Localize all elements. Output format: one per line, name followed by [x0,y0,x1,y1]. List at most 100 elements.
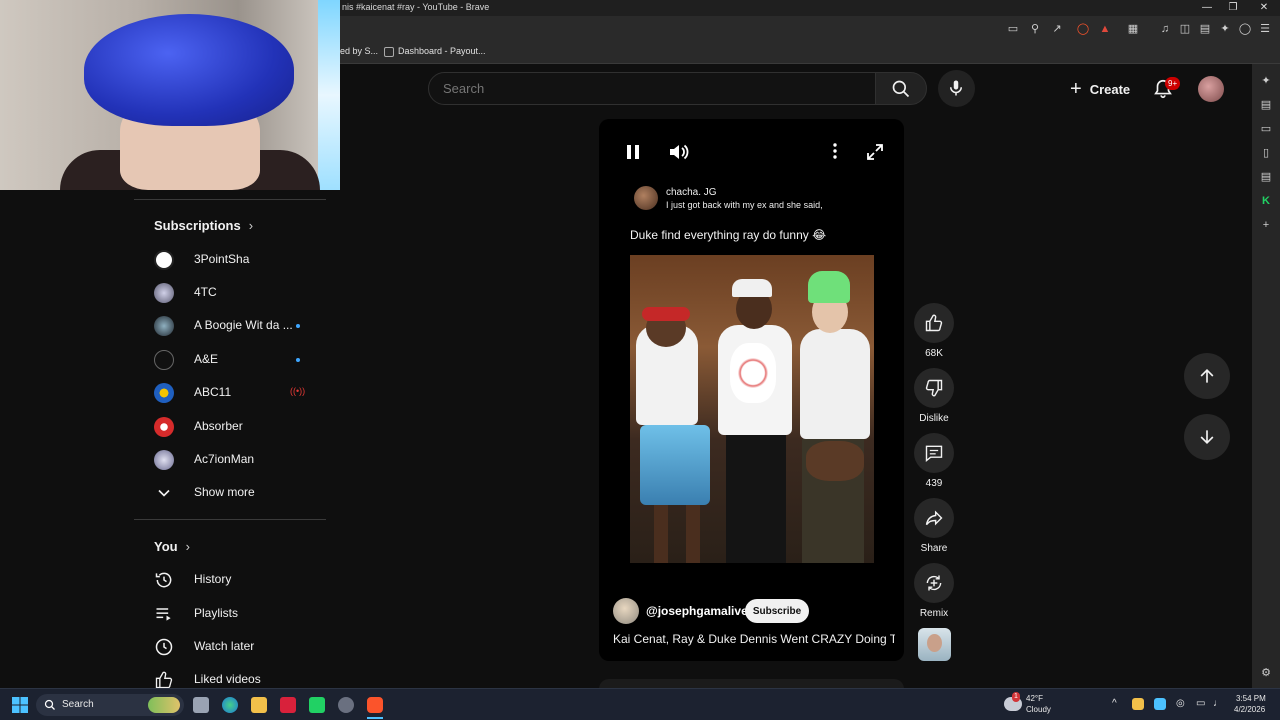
subscription-item[interactable]: Absorber [134,410,326,444]
you-heading[interactable]: You › [154,539,190,554]
overlay-text: I just got back with my ex and she said, [666,200,823,210]
next-short-button[interactable] [1184,414,1230,460]
side-settings-icon[interactable]: ⚙ [1259,666,1273,680]
bookmark-item[interactable]: Dashboard - Payout... [384,46,486,57]
previous-short-button[interactable] [1184,353,1230,399]
search-box[interactable] [428,72,876,105]
subscription-item[interactable]: Ac7ionMan [134,443,326,477]
cast-icon[interactable]: ▭ [1006,22,1020,36]
guide-item-playlists[interactable]: Playlists [134,597,326,631]
bookmark-item[interactable]: ed by S... [340,46,378,56]
network-icon[interactable]: ▭ [1196,698,1205,709]
subscription-label: ABC11 [194,385,232,399]
kick-app-icon[interactable] [309,697,325,713]
video-title[interactable]: Kai Cenat, Ray & Duke Dennis Went CRAZY … [613,632,895,646]
window-title: nis #kaicenat #ray - YouTube - Brave [342,2,490,12]
tray-app-icon[interactable] [1132,698,1144,710]
video-person-leg [686,505,700,563]
file-explorer-icon[interactable] [251,697,267,713]
windows-start-icon[interactable] [12,697,28,713]
fullscreen-icon[interactable] [866,143,884,161]
search-icon [44,699,55,710]
guide-divider [134,199,326,200]
remix-button[interactable] [914,563,954,603]
webcam-led-lights [318,0,340,190]
new-content-dot [296,324,300,328]
thumbs-down-icon [925,379,943,397]
clock-date[interactable]: 4/2/2026 [1234,705,1265,714]
brave-rewards-icon[interactable]: ▲ [1098,22,1112,36]
dislike-button[interactable] [914,368,954,408]
subscribe-button[interactable]: Subscribe [745,599,809,623]
tray-overflow-icon[interactable]: ^ [1112,698,1117,709]
leo-icon[interactable]: ✦ [1218,22,1232,36]
channel-avatar [154,450,174,470]
search-input[interactable] [429,73,875,104]
subscription-item[interactable]: 4TC [134,276,326,310]
like-button[interactable] [914,303,954,343]
sidebar-toggle-icon[interactable]: ◫ [1178,22,1192,36]
restore-icon[interactable]: ❐ [1226,1,1240,15]
guide-item-watch-later[interactable]: Watch later [134,630,326,664]
comments-button[interactable] [914,433,954,473]
browser-menu-icon[interactable]: ☰ [1258,22,1272,36]
subscription-label: Absorber [194,419,243,433]
taskbar-search[interactable]: Search [36,694,184,716]
tray-app-icon[interactable] [1154,698,1166,710]
brave-shields-icon[interactable]: ◯ [1076,22,1090,36]
create-button[interactable]: + Create [1062,74,1140,104]
subscriptions-heading[interactable]: Subscriptions › [154,218,253,233]
speaker-icon[interactable]: ♩ [1213,698,1223,709]
subscription-label: 3PointSha [194,252,250,266]
account-avatar[interactable] [1198,76,1224,102]
bookmarks-side-icon[interactable]: ▯ [1259,146,1273,160]
history-side-icon[interactable]: ▤ [1259,170,1273,184]
volume-icon[interactable] [668,142,690,162]
share-button[interactable] [914,498,954,538]
video-person-beanie [808,271,850,303]
show-more-button[interactable]: Show more [134,476,326,510]
leo-ai-icon[interactable]: ✦ [1259,74,1273,88]
microphone-tray-icon[interactable]: ◎ [1176,698,1185,709]
minimize-icon[interactable]: — [1200,1,1214,15]
subscription-label: A Boogie Wit da ... [194,318,293,332]
chevron-right-icon: › [185,539,190,554]
wallet-side-icon[interactable]: ▤ [1259,98,1273,112]
guide-divider [134,519,326,520]
extensions-icon[interactable]: ▦ [1126,22,1140,36]
adobe-icon[interactable] [280,697,296,713]
close-window-icon[interactable]: ✕ [1257,1,1271,15]
subscription-item[interactable]: A Boogie Wit da ... [134,309,326,343]
reading-list-icon[interactable]: ▭ [1259,122,1273,136]
guide-item-label: History [194,572,232,586]
search-icon [892,80,910,98]
guide-item-history[interactable]: History [134,563,326,597]
channel-avatar[interactable] [613,598,639,624]
pause-icon[interactable] [624,143,642,161]
more-options-icon[interactable] [826,142,844,160]
kick-icon[interactable]: K [1259,194,1273,208]
arrow-down-icon [1200,430,1214,445]
search-button[interactable] [875,72,927,105]
watch-later-icon [155,638,173,656]
subscription-item[interactable]: 3PointSha [134,243,326,277]
add-panel-icon[interactable]: + [1259,218,1273,232]
channel-name[interactable]: @josephgamalive [646,604,748,618]
vpn-icon[interactable]: ◯ [1238,22,1252,36]
media-icon[interactable]: ♫ [1158,22,1172,36]
clock-time[interactable]: 3:54 PM [1236,694,1266,703]
sound-thumbnail[interactable] [918,628,951,661]
subscription-item[interactable]: A&E [134,343,326,377]
wallet-icon[interactable]: ▤ [1198,22,1212,36]
subscription-item[interactable]: ABC11 ((•)) [134,376,326,410]
thumbs-up-icon [925,314,943,332]
task-view-icon[interactable] [193,697,209,713]
zoom-icon[interactable]: ⚲ [1028,22,1042,36]
sound-thumbnail-face [927,634,942,652]
obs-icon[interactable] [338,697,354,713]
brave-browser-icon[interactable] [367,697,383,713]
new-content-dot [296,358,300,362]
edge-icon[interactable] [222,697,238,713]
share-page-icon[interactable]: ↗ [1050,22,1064,36]
voice-search-button[interactable] [938,70,975,107]
